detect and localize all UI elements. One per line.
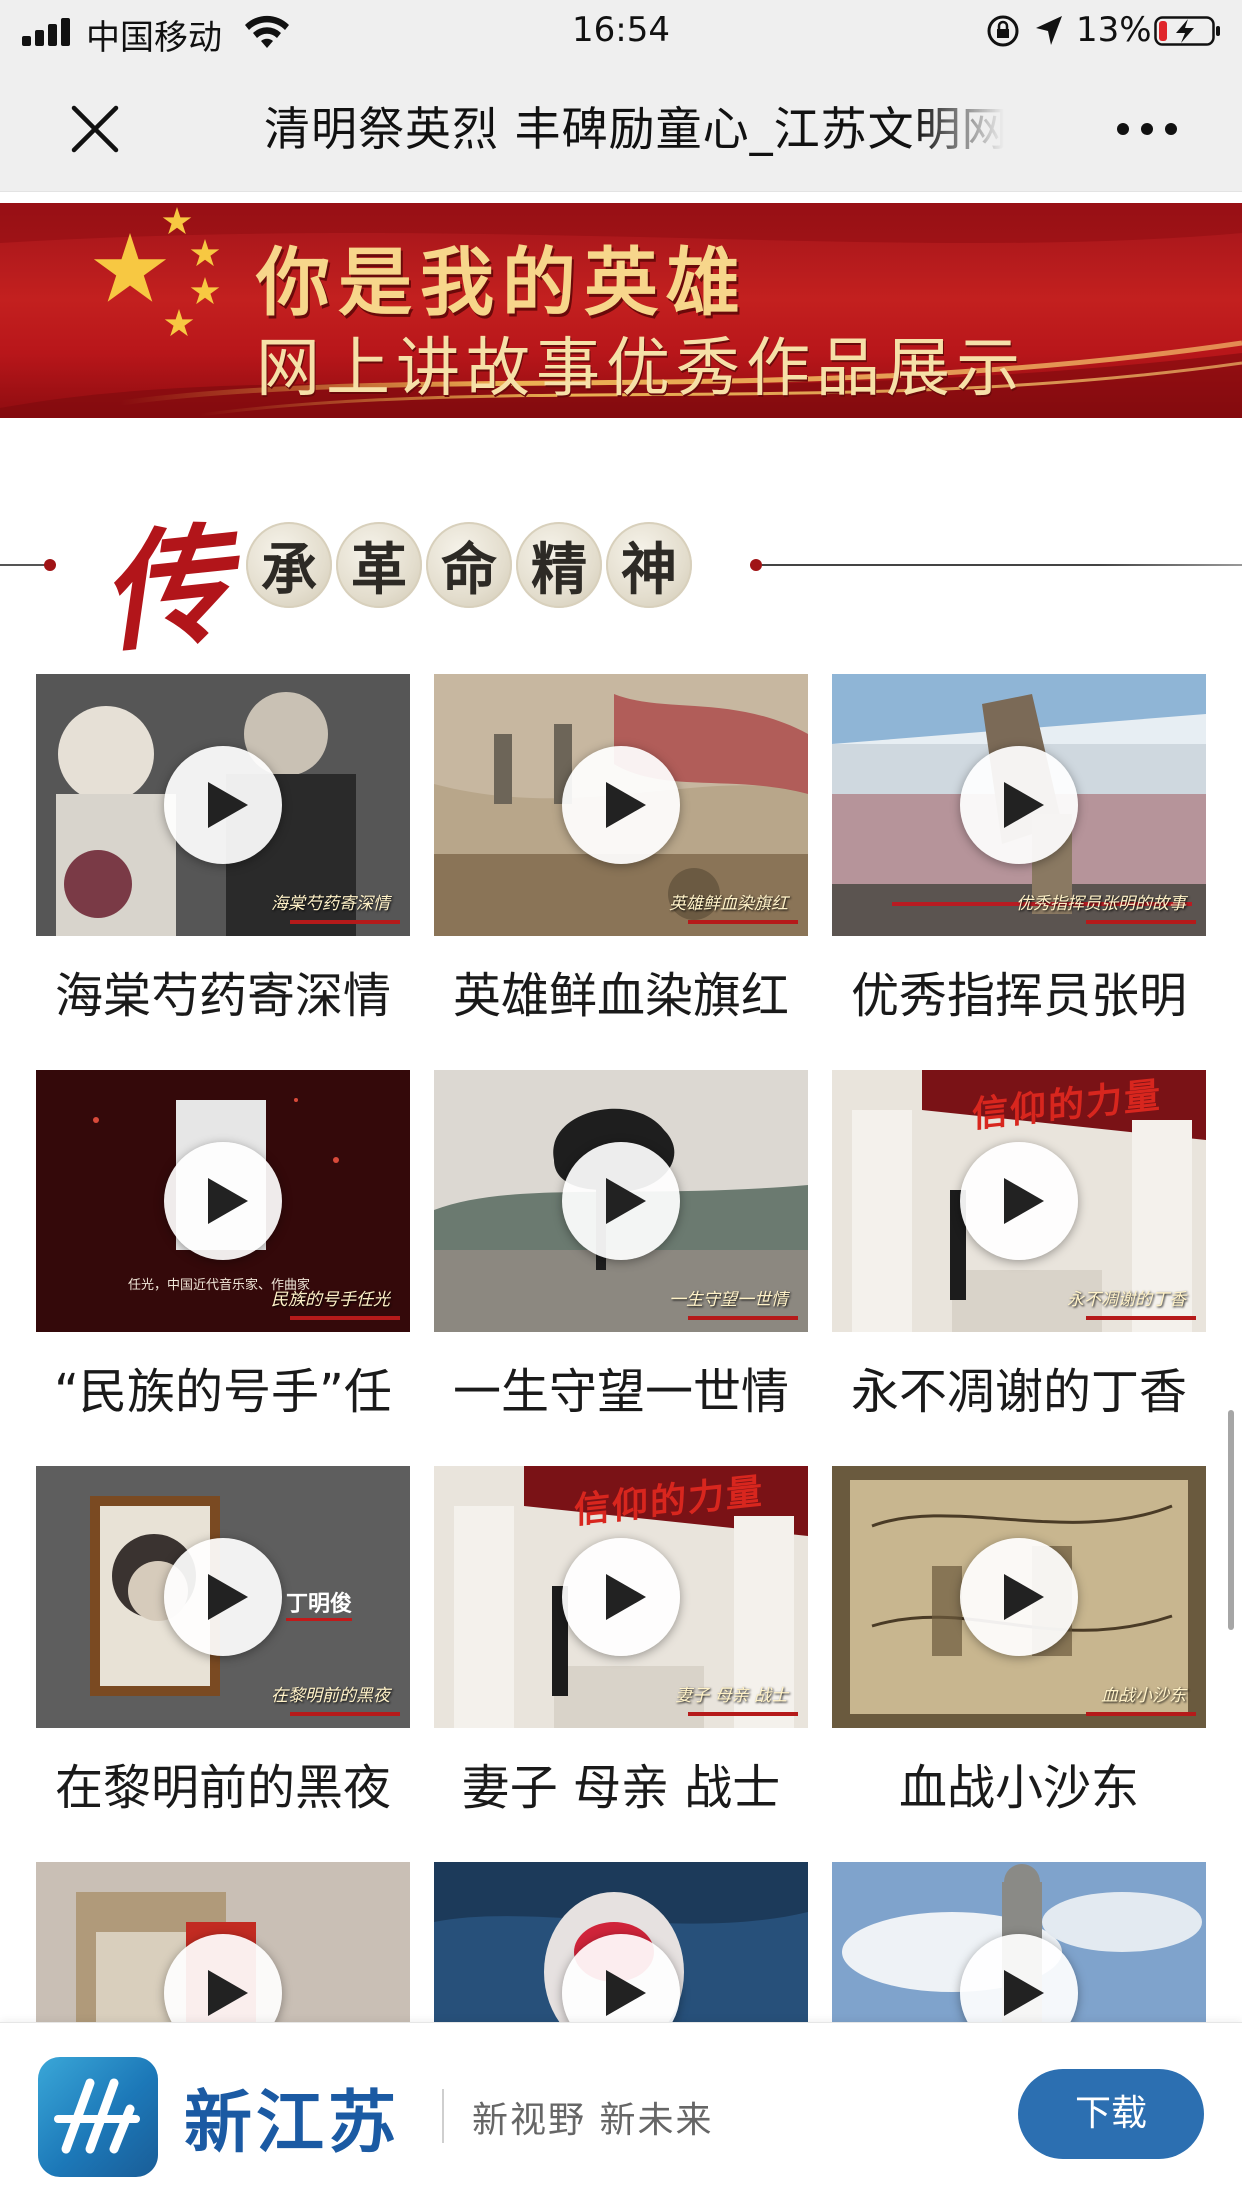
video-card[interactable]: 任光，中国近代音乐家、作曲家 民族的号手任光 “民族的号手”任 bbox=[36, 1070, 410, 1432]
thumbnail-tag-bar bbox=[1086, 1316, 1196, 1320]
video-card[interactable]: 信仰的力量 永不凋谢的丁香 永不凋谢的丁香 bbox=[832, 1070, 1206, 1432]
banner-headline: 你是我的英雄 bbox=[256, 240, 748, 326]
thumbnail-tag: 民族的号手任光 bbox=[271, 1290, 390, 1310]
video-thumbnail[interactable]: 丁明俊 在黎明前的黑夜 bbox=[36, 1466, 410, 1728]
banner-subheadline: 网上讲故事优秀作品展示 bbox=[256, 332, 1026, 406]
video-row: 丁明俊 在黎明前的黑夜 在黎明前的黑夜 信仰的力量 妻子 母亲 战士 妻子 母亲… bbox=[36, 1466, 1206, 1828]
video-title[interactable]: 在黎明前的黑夜 bbox=[36, 1748, 410, 1818]
small-star-icon bbox=[190, 277, 220, 305]
section-calligraphy-char: 传 bbox=[93, 508, 237, 672]
video-row: 任光，中国近代音乐家、作曲家 民族的号手任光 “民族的号手”任 一生守望一世情 … bbox=[36, 1070, 1206, 1432]
video-title[interactable]: 血战小沙东 bbox=[832, 1748, 1206, 1818]
nav-bar: 清明祭英烈 丰碑励童心_江苏文明网 bbox=[0, 62, 1242, 192]
thumbnail-tag-bar bbox=[688, 1316, 798, 1320]
video-thumbnail[interactable]: 信仰的力量 妻子 母亲 战士 bbox=[434, 1466, 808, 1728]
title-circle-char: 精 bbox=[516, 522, 602, 608]
video-card[interactable]: 丁明俊 在黎明前的黑夜 在黎明前的黑夜 bbox=[36, 1466, 410, 1828]
battery-charging-icon bbox=[1154, 16, 1220, 46]
title-circle-char: 命 bbox=[426, 522, 512, 608]
title-circle-char: 承 bbox=[246, 522, 332, 608]
divider-dot bbox=[750, 559, 762, 571]
video-card[interactable]: 优秀指挥员张明的故事 优秀指挥员张明 bbox=[832, 674, 1206, 1036]
video-card[interactable]: 海棠芍药寄深情 海棠芍药寄深情 bbox=[36, 674, 410, 1036]
video-thumbnail[interactable]: 信仰的力量 永不凋谢的丁香 bbox=[832, 1070, 1206, 1332]
location-arrow-icon bbox=[1036, 16, 1062, 45]
scrollbar[interactable] bbox=[1228, 1410, 1234, 1630]
app-name: 新江苏 bbox=[184, 2084, 401, 2163]
play-button[interactable] bbox=[562, 746, 680, 864]
app-logo[interactable] bbox=[38, 2057, 158, 2177]
divider bbox=[442, 2089, 444, 2143]
video-title[interactable]: “民族的号手”任 bbox=[36, 1352, 410, 1422]
video-row: 海棠芍药寄深情 海棠芍药寄深情 英雄鲜血染旗红 英雄鲜血染旗红 优秀指挥员张明的… bbox=[36, 674, 1206, 1036]
divider-dot bbox=[44, 559, 56, 571]
video-title[interactable]: 一生守望一世情 bbox=[434, 1352, 808, 1422]
thumbnail-tag: 在黎明前的黑夜 bbox=[271, 1686, 390, 1706]
thumbnail-tag-bar bbox=[290, 920, 400, 924]
play-button[interactable] bbox=[960, 746, 1078, 864]
thumbnail-tag-bar bbox=[290, 1316, 400, 1320]
divider-line bbox=[0, 564, 46, 566]
thumbnail-tag: 优秀指挥员张明的故事 bbox=[1016, 894, 1186, 914]
video-thumbnail[interactable]: 优秀指挥员张明的故事 bbox=[832, 674, 1206, 936]
battery-percent: 13% bbox=[1076, 10, 1152, 50]
video-title[interactable]: 妻子 母亲 战士 bbox=[434, 1748, 808, 1818]
video-card[interactable]: 英雄鲜血染旗红 英雄鲜血染旗红 bbox=[434, 674, 808, 1036]
small-star-icon bbox=[190, 239, 220, 267]
status-bar: 中国移动 16:54 13% bbox=[0, 0, 1242, 62]
video-thumbnail[interactable]: 海棠芍药寄深情 bbox=[36, 674, 410, 936]
video-thumbnail[interactable]: 血战小沙东 bbox=[832, 1466, 1206, 1728]
video-thumbnail[interactable]: 一生守望一世情 bbox=[434, 1070, 808, 1332]
app-logo-icon bbox=[54, 2078, 140, 2154]
thumbnail-tag-bar bbox=[290, 1712, 400, 1716]
section-header: 传 承 革 命 精 神 bbox=[0, 470, 1242, 671]
thumbnail-tag-bar bbox=[688, 1712, 798, 1716]
video-title[interactable]: 永不凋谢的丁香 bbox=[832, 1352, 1206, 1422]
play-button[interactable] bbox=[164, 746, 282, 864]
play-button[interactable] bbox=[562, 1538, 680, 1656]
more-options-icon[interactable] bbox=[1112, 114, 1182, 144]
thumbnail-tag: 英雄鲜血染旗红 bbox=[669, 894, 788, 914]
title-circle-char: 革 bbox=[336, 522, 422, 608]
play-button[interactable] bbox=[164, 1538, 282, 1656]
thumbnail-tag: 永不凋谢的丁香 bbox=[1067, 1290, 1186, 1310]
rotation-lock-icon bbox=[987, 15, 1019, 47]
video-title[interactable]: 英雄鲜血染旗红 bbox=[434, 956, 808, 1026]
thumbnail-tag: 一生守望一世情 bbox=[669, 1290, 788, 1310]
page-title: 清明祭英烈 丰碑励童心_江苏文明网 bbox=[264, 102, 1004, 156]
close-icon[interactable] bbox=[68, 102, 122, 156]
video-card[interactable]: 信仰的力量 妻子 母亲 战士 妻子 母亲 战士 bbox=[434, 1466, 808, 1828]
video-title[interactable]: 海棠芍药寄深情 bbox=[36, 956, 410, 1026]
thumbnail-tag: 海棠芍药寄深情 bbox=[271, 894, 390, 914]
small-star-icon bbox=[162, 207, 192, 235]
video-card[interactable]: 一生守望一世情 一生守望一世情 bbox=[434, 1070, 808, 1432]
thumbnail-tag: 血战小沙东 bbox=[1101, 1686, 1186, 1706]
play-button[interactable] bbox=[960, 1142, 1078, 1260]
thumbnail-tag: 妻子 母亲 战士 bbox=[675, 1686, 788, 1706]
video-title[interactable]: 优秀指挥员张明 bbox=[832, 956, 1206, 1026]
thumbnail-tag-bar bbox=[1086, 1712, 1196, 1716]
small-star-icon bbox=[164, 309, 194, 337]
title-circle-char: 神 bbox=[606, 522, 692, 608]
section-title-circles: 承 革 命 精 神 bbox=[246, 522, 692, 608]
star-icon bbox=[93, 233, 167, 302]
video-thumbnail[interactable]: 英雄鲜血染旗红 bbox=[434, 674, 808, 936]
play-button[interactable] bbox=[562, 1142, 680, 1260]
hero-banner: 你是我的英雄 网上讲故事优秀作品展示 bbox=[0, 203, 1242, 418]
app-slogan: 新视野 新未来 bbox=[472, 2100, 714, 2141]
thumbnail-tag-bar bbox=[688, 920, 798, 924]
download-button[interactable]: 下载 bbox=[1018, 2069, 1204, 2159]
page: 中国移动 16:54 13% 清明祭英烈 丰碑励童心_江苏文明网 你是我的英雄 … bbox=[0, 0, 1242, 2208]
video-thumbnail[interactable]: 任光，中国近代音乐家、作曲家 民族的号手任光 bbox=[36, 1070, 410, 1332]
play-button[interactable] bbox=[164, 1142, 282, 1260]
play-button[interactable] bbox=[960, 1538, 1078, 1656]
app-download-bar: 新江苏 新视野 新未来 下载 bbox=[0, 2022, 1242, 2208]
thumbnail-name-label: 丁明俊 bbox=[286, 1586, 353, 1621]
divider-line bbox=[762, 564, 1242, 566]
thumbnail-tag-bar bbox=[1086, 920, 1196, 924]
video-card[interactable]: 血战小沙东 血战小沙东 bbox=[832, 1466, 1206, 1828]
